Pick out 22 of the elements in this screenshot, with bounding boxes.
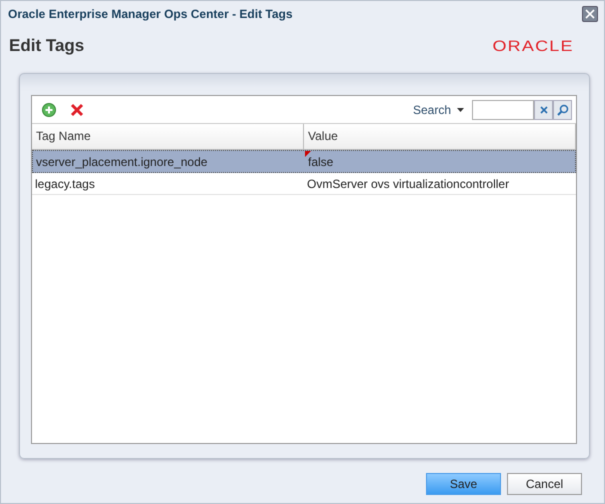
page-title: Edit Tags (9, 36, 84, 56)
table-cell-text: vserver_placement.ignore_node (35, 154, 208, 171)
close-button[interactable] (582, 6, 598, 22)
column-header[interactable]: Tag Name (32, 124, 304, 149)
caret-icon (457, 108, 464, 112)
cancel-button[interactable]: Cancel (507, 473, 582, 495)
table-row[interactable]: vserver_placement.ignore_node false (32, 150, 576, 173)
search-dropdown[interactable]: Search (412, 102, 464, 116)
search-icon (556, 104, 568, 116)
column-header[interactable]: Value (304, 124, 576, 149)
window-title: Oracle Enterprise Manager Ops Center - Edit Tags (8, 7, 293, 21)
save-button[interactable]: Save (426, 473, 501, 495)
search-field[interactable] (472, 100, 534, 120)
clear-icon (540, 106, 548, 114)
search-button[interactable] (553, 100, 572, 120)
clear-button[interactable] (534, 100, 553, 120)
table-cell: false (305, 151, 575, 173)
delete-icon[interactable] (70, 102, 84, 116)
table-cell-text: OvmServer ovs virtualizationcontroller (306, 176, 510, 193)
logo: ORACLE (492, 38, 574, 54)
table-cell-text: legacy.tags (34, 176, 96, 193)
add-icon[interactable] (42, 102, 56, 116)
